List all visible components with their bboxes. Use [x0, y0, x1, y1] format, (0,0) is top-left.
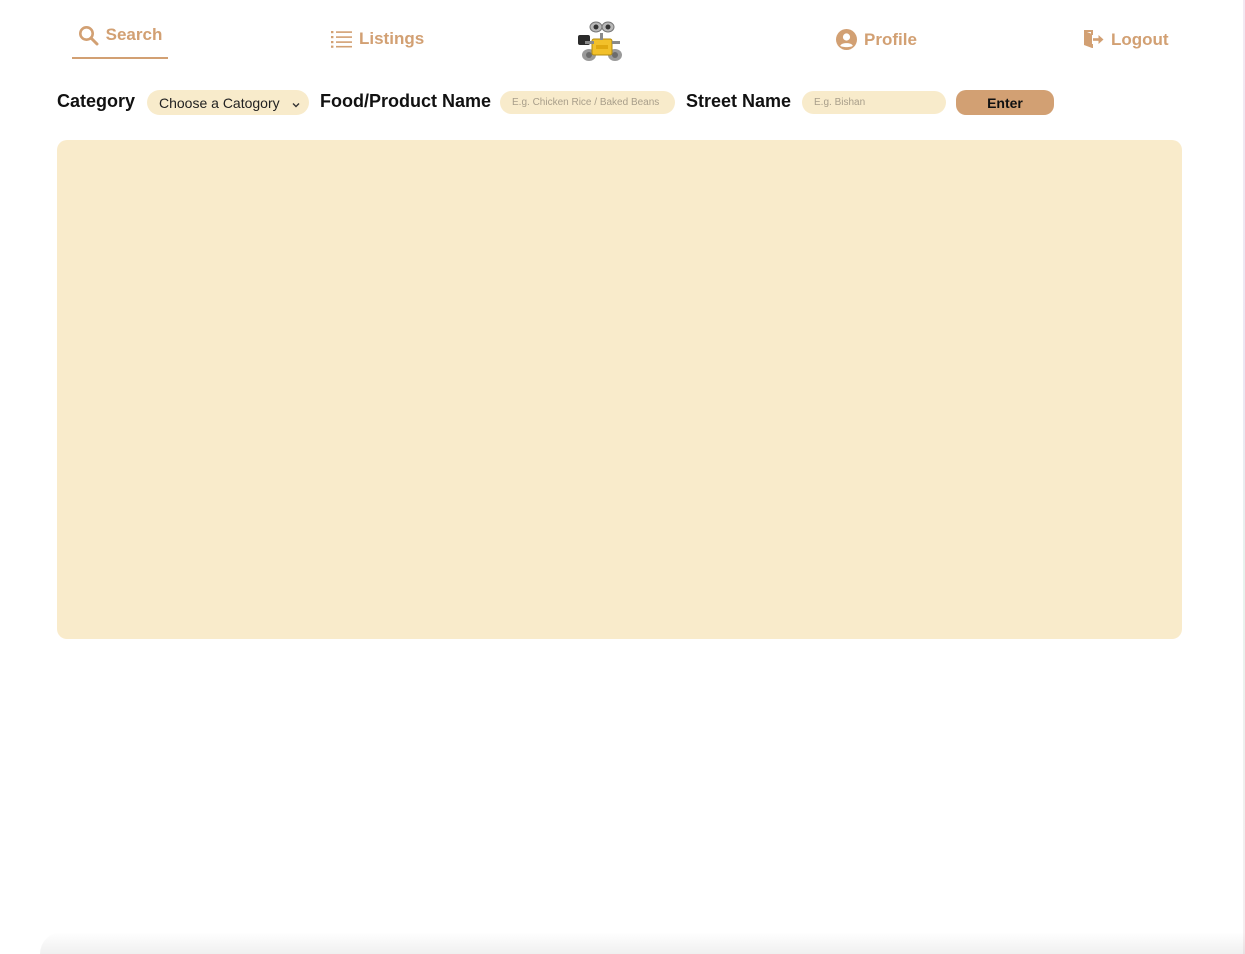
robot-mascot-logo[interactable]	[575, 17, 627, 63]
logout-icon	[1083, 29, 1104, 50]
search-icon	[78, 25, 99, 46]
nav-search-label: Search	[105, 25, 163, 44]
nav-logout-tab[interactable]: Logout	[1083, 29, 1169, 50]
nav-listings-tab[interactable]: Listings	[331, 29, 424, 49]
user-circle-icon	[836, 29, 857, 50]
street-name-input[interactable]	[802, 91, 946, 114]
nav-profile-tab[interactable]: Profile	[836, 29, 917, 50]
food-product-name-input[interactable]	[500, 91, 675, 114]
search-page: Search Listings Profile Logout Category …	[0, 0, 1245, 954]
chevron-down-icon	[292, 96, 300, 112]
nav-listings-label: Listings	[359, 29, 425, 48]
street-name-label: Street Name	[686, 91, 792, 111]
category-label: Category	[57, 91, 136, 111]
list-icon	[331, 30, 352, 48]
food-product-name-label: Food/Product Name	[320, 91, 492, 111]
nav-search-tab[interactable]: Search	[72, 22, 168, 59]
bottom-shadow	[40, 932, 1245, 954]
category-select[interactable]: Choose a Catogory	[147, 90, 309, 115]
results-panel	[57, 140, 1182, 639]
category-select-value: Choose a Catogory	[159, 94, 280, 111]
nav-logout-label: Logout	[1111, 29, 1169, 49]
nav-profile-label: Profile	[864, 29, 917, 49]
enter-button[interactable]: Enter	[956, 90, 1054, 115]
